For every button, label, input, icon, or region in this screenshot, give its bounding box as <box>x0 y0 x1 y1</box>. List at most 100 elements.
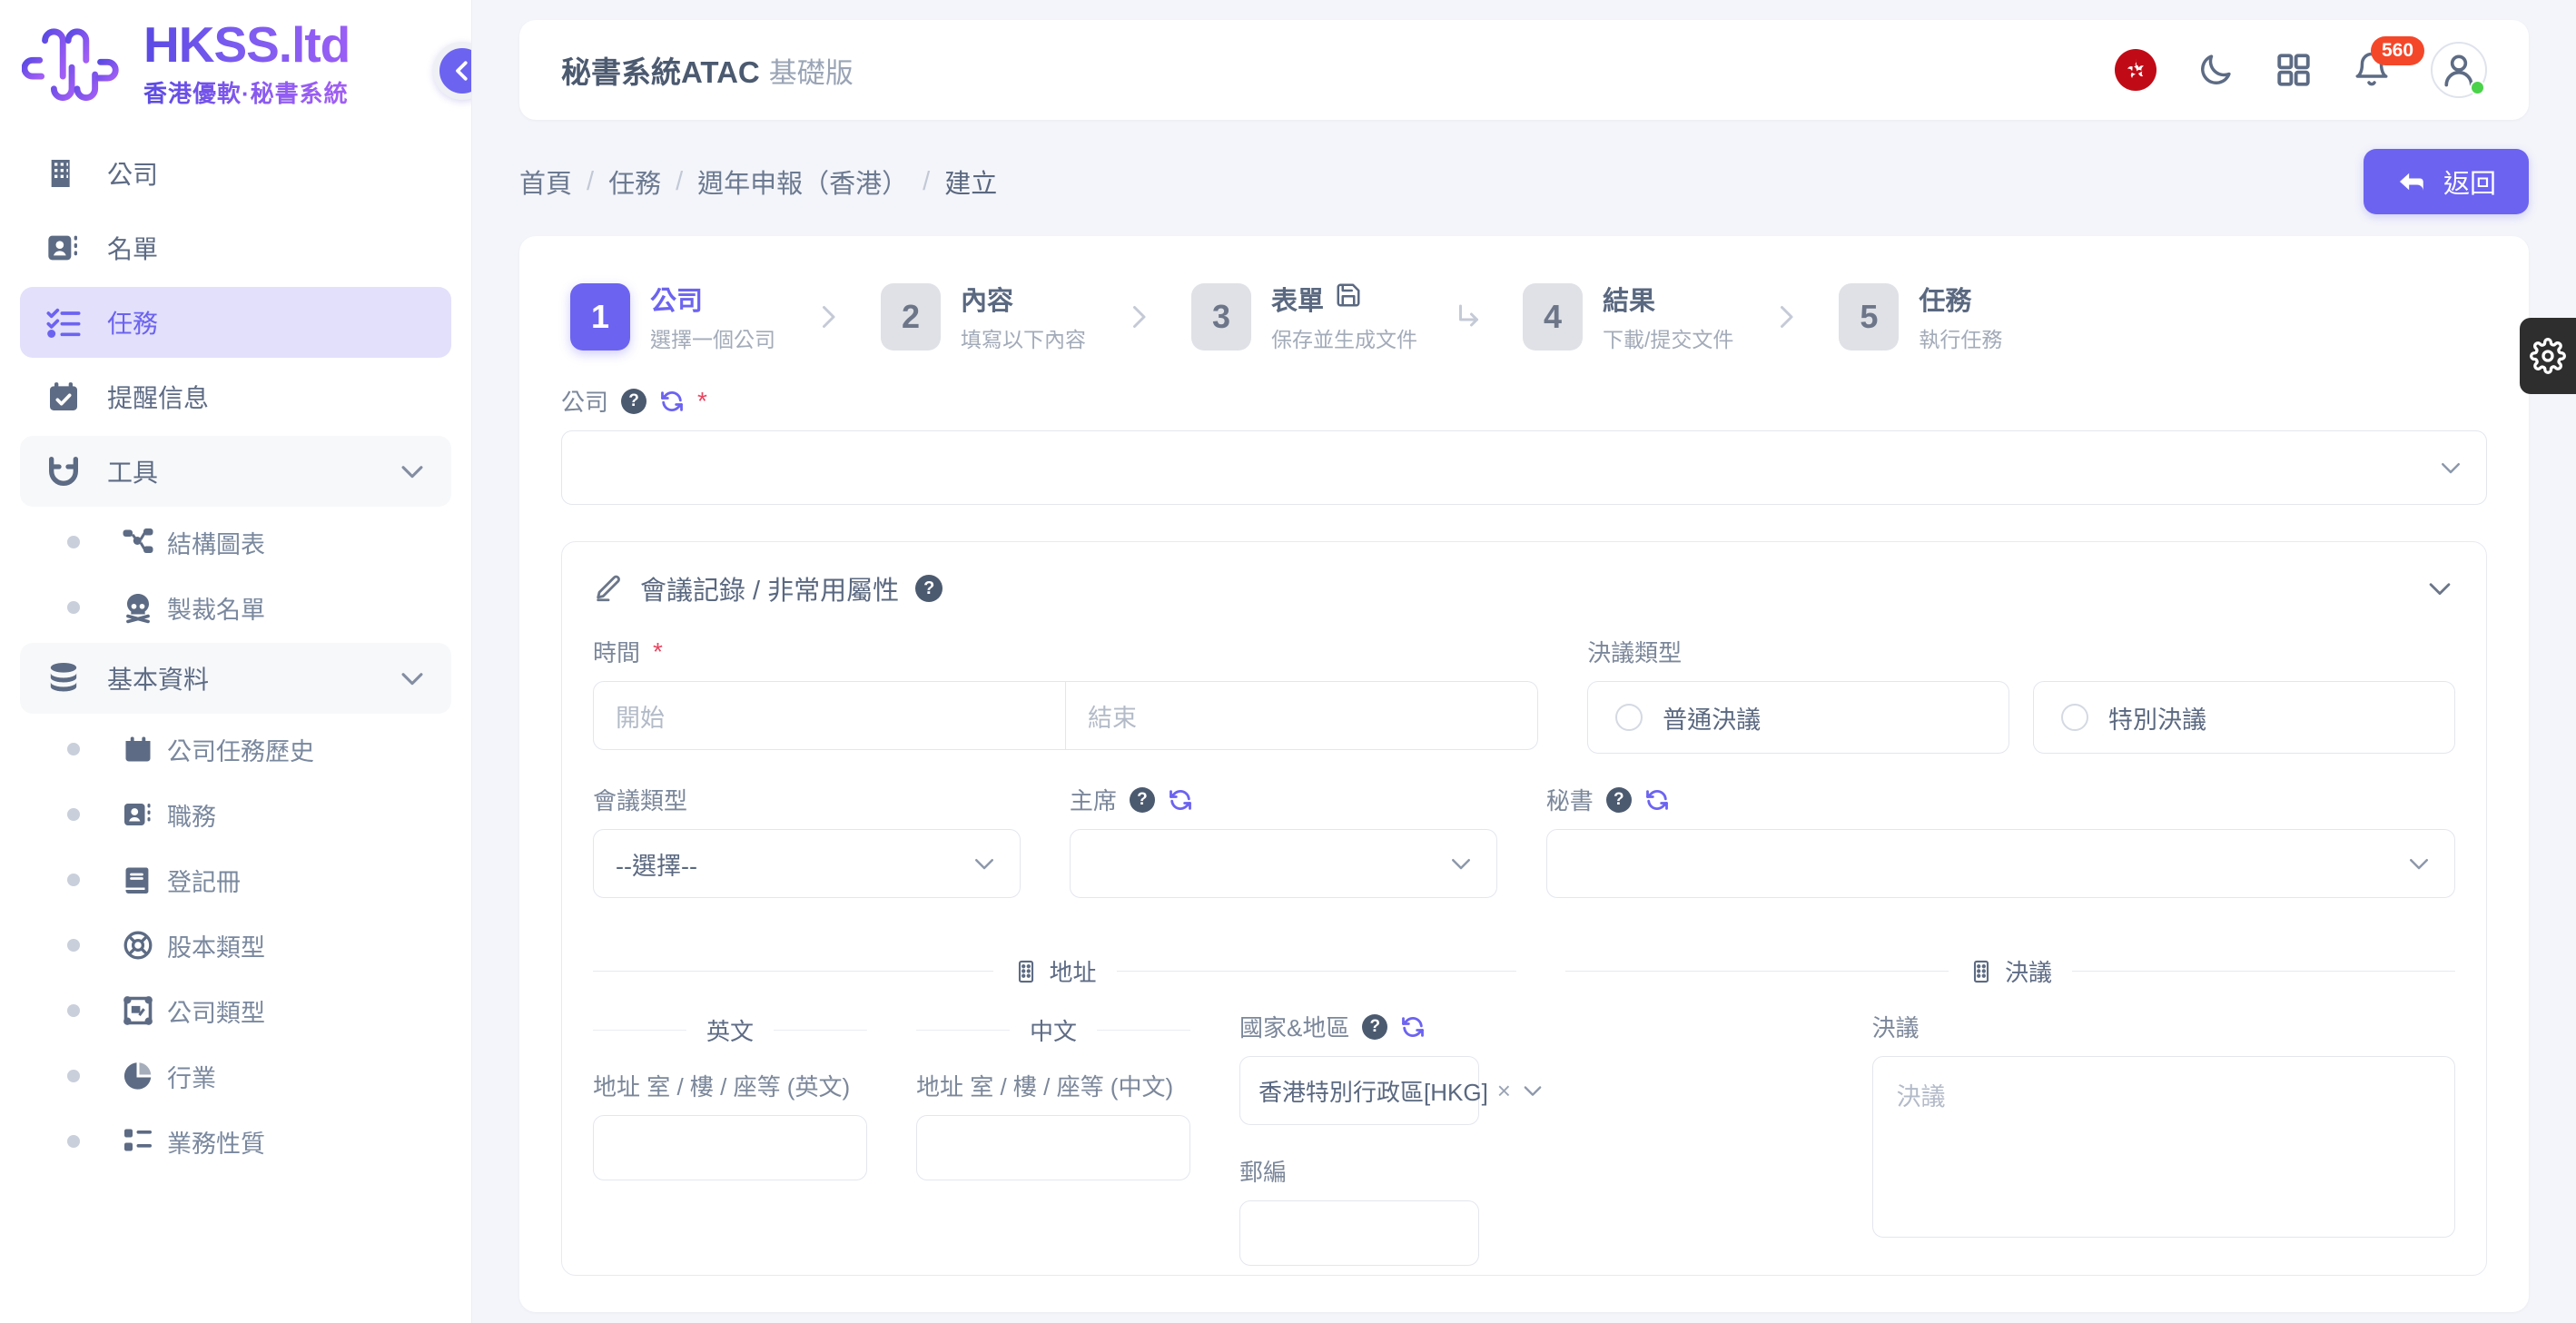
panel-title: 會議記錄 / 非常用屬性 <box>640 577 900 606</box>
form-row-participants: 會議類型 --選擇-- 主席 ? 秘書 ? <box>593 783 2455 898</box>
question-icon[interactable]: ? <box>1129 786 1155 813</box>
step-number: 3 <box>1191 282 1251 350</box>
lifebuoy-icon <box>120 927 156 963</box>
chairman-select[interactable] <box>1069 829 1497 898</box>
remove-tag-icon[interactable]: × <box>1497 1077 1511 1105</box>
breadcrumb-item-home[interactable]: 首頁 <box>519 163 572 201</box>
step-1-company[interactable]: 1 公司 選擇一個公司 <box>570 280 775 353</box>
sidebar-item-tasks[interactable]: 任務 <box>20 287 451 358</box>
question-icon[interactable]: ? <box>621 388 647 414</box>
question-icon[interactable]: ? <box>1605 786 1632 813</box>
save-icon <box>1335 281 1362 316</box>
question-icon[interactable]: ? <box>1362 1013 1388 1040</box>
brand-title: HKSS.ltd <box>143 16 350 73</box>
address-en-label: 地址 室 / 樓 / 座等 (英文) <box>593 1073 851 1101</box>
sidebar-item-label: 業務性質 <box>167 1130 265 1158</box>
language-region-button[interactable] <box>2115 49 2157 91</box>
sidebar-item-sanctions-list[interactable]: 製裁名單 <box>20 576 451 639</box>
step-number: 2 <box>881 282 941 350</box>
chevron-down-icon[interactable] <box>2424 573 2455 604</box>
english-sub-divider: 英文 <box>593 1013 868 1047</box>
company-label-text: 公司 <box>561 389 609 416</box>
resolution-type-options: 普通決議 特別決議 <box>1587 681 2455 754</box>
postcode-input[interactable] <box>1239 1200 1479 1266</box>
sidebar-item-company-task-history[interactable]: 公司任務歷史 <box>20 717 451 781</box>
corner-down-right-icon <box>1417 301 1523 333</box>
user-avatar[interactable] <box>2431 42 2487 98</box>
question-icon[interactable]: ? <box>915 575 943 602</box>
breadcrumb-item-annual-return[interactable]: 週年申報（香港） <box>697 163 908 201</box>
secretary-select[interactable] <box>1545 829 2455 898</box>
sidebar-item-company-type[interactable]: 公司類型 <box>20 979 451 1042</box>
notifications-button[interactable]: 560 <box>2353 36 2425 89</box>
bullet-dot <box>67 1135 80 1148</box>
chevron-down-icon <box>1520 1078 1545 1103</box>
refresh-icon[interactable] <box>659 389 685 414</box>
back-button[interactable]: 返回 <box>2363 149 2529 214</box>
sidebar-item-industry[interactable]: 行業 <box>20 1044 451 1108</box>
sidebar-item-list[interactable]: 名單 <box>20 212 451 283</box>
address-zh-input[interactable] <box>916 1115 1190 1180</box>
step-4-result[interactable]: 4 結果 下載/提交文件 <box>1523 280 1733 353</box>
chevron-down-icon[interactable] <box>397 456 428 487</box>
radio-special-resolution[interactable]: 特別決議 <box>2033 681 2455 754</box>
chevron-down-icon[interactable] <box>397 663 428 694</box>
sidebar-item-business-nature[interactable]: 業務性質 <box>20 1110 451 1173</box>
step-title: 公司 <box>650 287 704 316</box>
resolution-textarea[interactable]: 決議 <box>1871 1056 2455 1238</box>
settings-fab-button[interactable] <box>2520 318 2576 394</box>
step-title: 表單 <box>1271 280 1417 318</box>
sidebar-group-tools[interactable]: 工具 <box>20 436 451 507</box>
online-status-dot <box>2470 80 2485 95</box>
section-divider-row: 地址 決議 <box>593 927 2456 997</box>
country-region-select[interactable]: 香港特別行政區[HKG] × <box>1239 1056 1542 1125</box>
bullet-dot <box>67 601 80 614</box>
refresh-icon[interactable] <box>1168 787 1193 813</box>
required-marker: * <box>653 637 663 666</box>
time-start-input[interactable]: 開始 <box>593 681 1067 750</box>
sidebar-item-share-capital-type[interactable]: 股本類型 <box>20 913 451 977</box>
brand-logo[interactable]: HKSS.ltd 香港優軟·秘書系統 <box>0 0 471 114</box>
chevron-down-icon <box>971 850 998 877</box>
refresh-icon[interactable] <box>1644 787 1670 813</box>
chevron-right-icon <box>1733 301 1839 333</box>
step-number: 4 <box>1523 282 1583 350</box>
meeting-type-select[interactable]: --選擇-- <box>593 829 1021 898</box>
sidebar-item-label: 行業 <box>167 1064 216 1092</box>
breadcrumb-item-tasks[interactable]: 任務 <box>608 163 661 201</box>
sidebar-item-label: 公司 <box>107 161 159 189</box>
bullet-dot <box>67 743 80 755</box>
refresh-icon[interactable] <box>1400 1014 1426 1040</box>
time-start-placeholder: 開始 <box>616 704 665 732</box>
step-3-form[interactable]: 3 表單 保存並生成文件 <box>1191 280 1417 353</box>
sidebar-item-label: 股本類型 <box>167 933 265 962</box>
address-en-input[interactable] <box>593 1115 867 1180</box>
step-5-task[interactable]: 5 任務 執行任務 <box>1839 280 2002 353</box>
sidebar-item-structure-chart[interactable]: 結構圖表 <box>20 510 451 574</box>
step-subtitle: 填寫以下內容 <box>961 328 1086 351</box>
company-select[interactable] <box>561 430 2487 505</box>
sidebar-group-basic-data[interactable]: 基本資料 <box>20 643 451 714</box>
radio-ordinary-resolution[interactable]: 普通決議 <box>1587 681 2010 754</box>
address-english-column: 英文 地址 室 / 樓 / 座等 (英文) <box>593 997 868 1266</box>
bullet-dot <box>67 1004 80 1017</box>
top-bar: 秘書系統ATAC 基礎版 560 <box>519 20 2529 120</box>
divider-line <box>593 1030 686 1031</box>
divider-line <box>1116 971 1517 972</box>
apps-grid-button[interactable] <box>2275 51 2313 89</box>
radio-dot-icon <box>1615 704 1643 731</box>
form-row-time: 時間 * 開始 結束 決議類型 普通決議 特別決議 <box>593 635 2455 754</box>
panel-header[interactable]: 會議記錄 / 非常用屬性 ? <box>593 569 2455 607</box>
sidebar-item-position[interactable]: 職務 <box>20 783 451 846</box>
skull-icon <box>120 589 156 626</box>
dark-mode-toggle[interactable] <box>2196 51 2235 89</box>
meeting-type-value: --選擇-- <box>616 852 697 880</box>
calendar-check-icon <box>44 377 84 417</box>
step-2-content[interactable]: 2 內容 填寫以下內容 <box>881 280 1086 353</box>
address-section-divider: 地址 <box>593 954 1517 988</box>
sidebar-item-register[interactable]: 登記冊 <box>20 848 451 912</box>
sidebar-item-reminders[interactable]: 提醒信息 <box>20 361 451 432</box>
sidebar-item-company[interactable]: 公司 <box>20 138 451 209</box>
time-end-input[interactable]: 結束 <box>1066 681 1539 750</box>
time-label: 時間 * <box>593 635 1538 668</box>
